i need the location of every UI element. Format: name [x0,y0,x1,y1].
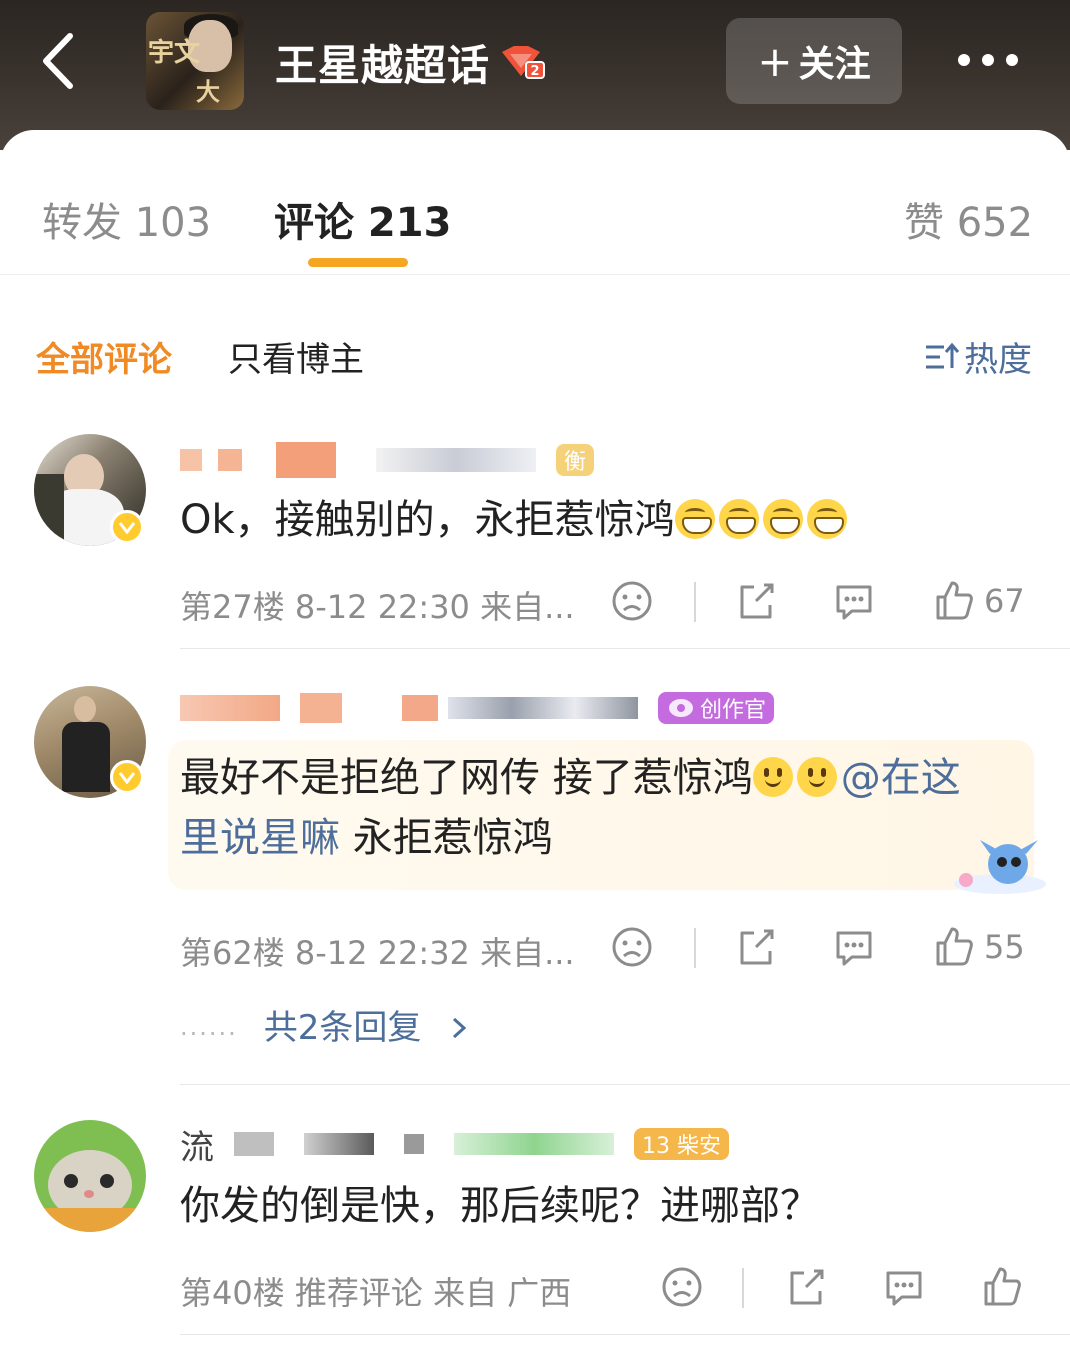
topic-title[interactable]: 王星越超话 [275,32,490,93]
dislike-button[interactable] [610,578,654,624]
grin-emoji-icon [718,499,759,539]
comment-bubble-icon [836,585,872,620]
topic-avatar-calligraphy-2: 大 [196,77,220,106]
tab-comments[interactable]: 评论 213 [274,190,451,248]
comment-separator [180,1334,1070,1335]
replies-count: 共2条回复 [263,1008,422,1048]
comment-meta: 第27楼 8-12 22:30 来自... [180,588,575,626]
badge-level: 2 [530,64,539,79]
username-redacted[interactable]: 流 13 柴安 [180,1124,729,1168]
topic-header: 宇文 大 王星越超话 2 + 关注 [0,0,1070,150]
thumbs-up-icon [936,927,973,966]
active-tab-indicator [308,258,408,267]
comment-bubble-icon [886,1271,922,1306]
replies-dots: ...... [180,1013,238,1041]
comment-text: 最好不是拒绝了网传 接了惹惊鸿 @在这里说星嘛 永拒惹惊鸿 [180,755,961,861]
back-arrow-icon[interactable] [36,30,86,92]
share-icon [740,929,774,965]
follow-label: 关注 [798,44,871,85]
topic-avatar-calligraphy: 宇文 [148,38,201,68]
like-button[interactable]: 55 [932,924,1025,970]
comment-text: 你发的倒是快，那后续呢？进哪部？ [180,1183,820,1229]
comment-meta: 第62楼 8-12 22:32 来自... [180,934,575,972]
reply-button[interactable] [832,924,876,970]
verified-badge-icon [110,760,144,794]
comment-bubble-icon [836,931,872,966]
user-tag: 创作官 [658,692,775,724]
sort-button[interactable]: 热度 [924,332,1032,381]
dislike-button[interactable] [660,1264,704,1310]
follow-button[interactable]: + 关注 [726,18,902,104]
grin-emoji-icon [762,499,803,539]
smile-emoji-icon [796,757,837,797]
share-icon [790,1269,824,1305]
comment-meta: 第40楼 推荐评论 来自 广西 [180,1274,572,1312]
like-button[interactable]: 67 [932,578,1025,624]
tab-reposts[interactable]: 转发 103 [42,190,211,248]
grin-emoji-icon [806,499,847,539]
divider [694,928,696,968]
share-icon [740,583,774,619]
user-tag: 衡 [556,444,595,476]
more-options-icon[interactable] [958,48,1024,72]
creator-badge-icon [669,699,693,717]
share-button[interactable] [784,1264,828,1310]
thumbs-up-icon [936,581,973,620]
filter-blogger-only[interactable]: 只看博主 [228,332,364,381]
user-tag: 13 柴安 [634,1128,729,1160]
comment-filters: 全部评论 只看博主 热度 [0,320,1070,390]
dislike-button[interactable] [610,924,654,970]
thumbs-up-icon [984,1267,1021,1306]
sort-icon [926,342,960,368]
smile-emoji-icon [752,757,793,797]
reply-button[interactable] [832,578,876,624]
plus-icon: + [757,36,793,86]
reply-button[interactable] [882,1264,926,1310]
verified-badge-icon [110,510,144,544]
share-button[interactable] [734,924,778,970]
view-replies-link[interactable]: ...... 共2条回复 [180,1000,470,1049]
like-count: 67 [984,582,1025,620]
comment-separator [180,1084,1070,1085]
filter-all-comments[interactable]: 全部评论 [36,332,172,381]
divider [742,1268,744,1308]
comment-text: Ok，接触别的，永拒惹惊鸿 [180,490,851,550]
sad-face-icon [612,581,652,621]
chevron-right-icon [453,1017,467,1039]
share-button[interactable] [734,578,778,624]
like-count: 55 [984,928,1025,966]
username-redacted[interactable]: 创作官 [180,688,775,728]
sad-face-icon [612,927,652,967]
grin-emoji-icon [674,499,715,539]
comment-separator [180,648,1070,649]
username-redacted[interactable]: 衡 [180,440,595,480]
like-button[interactable] [980,1264,1032,1310]
super-topic-level-badge-icon: 2 [502,46,545,79]
divider [694,582,696,622]
tab-likes[interactable]: 赞 652 [904,190,1033,248]
tab-bar: 转发 103 评论 213 赞 652 [0,150,1070,275]
topic-avatar[interactable]: 宇文 大 [146,12,244,110]
sad-face-icon [662,1267,702,1307]
avatar[interactable] [34,1120,146,1232]
sort-label: 热度 [964,340,1032,380]
